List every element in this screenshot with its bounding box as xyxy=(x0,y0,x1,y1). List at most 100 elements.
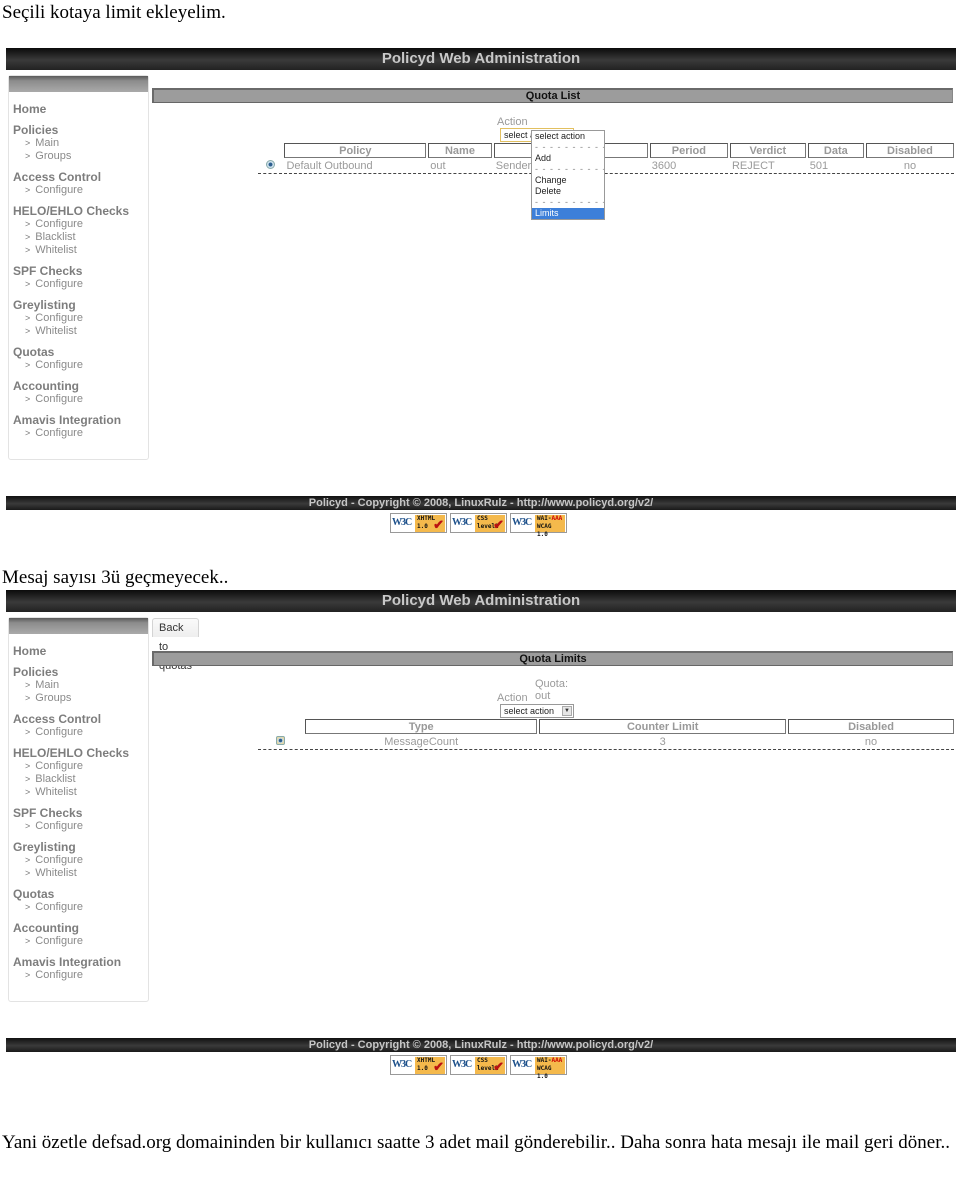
badge-line2: WCAG 1.0 xyxy=(537,1065,552,1080)
chevron-right-icon: > xyxy=(25,428,31,438)
chevron-right-icon: > xyxy=(25,326,31,336)
sidebar-subitem-helo-ehlo-checks-configure[interactable]: > Configure xyxy=(13,760,148,773)
badge-line2: 1.0 xyxy=(417,523,428,530)
sidebar-subitem-policies-groups[interactable]: > Groups xyxy=(13,150,148,163)
column-header-disabled[interactable]: Disabled xyxy=(865,143,954,158)
sidebar-subitem-access-control-configure[interactable]: > Configure xyxy=(13,184,148,197)
sidebar-subitem-label: Main xyxy=(35,137,60,149)
dropdown-option-select-action[interactable]: select action xyxy=(532,131,604,142)
sidebar-item-access-control[interactable]: Access Control xyxy=(13,170,148,184)
dropdown-separator: - - - - - - - - - - xyxy=(535,197,604,207)
w3c-badge[interactable]: W3C XHTML 1.0 ✔ xyxy=(390,513,447,533)
w3c-badge[interactable]: W3C CSS level2 ✔ xyxy=(450,513,507,533)
sidebar-subitem-helo-ehlo-checks-blacklist[interactable]: > Blacklist xyxy=(13,773,148,786)
sidebar-subitem-helo-ehlo-checks-whitelist[interactable]: > Whitelist xyxy=(13,786,148,799)
sidebar-item-quotas[interactable]: Quotas xyxy=(13,887,148,901)
table-row[interactable]: MessageCount 3 no xyxy=(258,734,954,750)
sidebar-subitem-greylisting-configure[interactable]: > Configure xyxy=(13,312,148,325)
radio-button[interactable] xyxy=(265,159,275,169)
action-row: Action select action ▼ xyxy=(497,692,574,718)
chevron-right-icon: > xyxy=(25,680,31,690)
sidebar-item-spf-checks[interactable]: SPF Checks xyxy=(13,806,148,820)
table-row[interactable]: Default OutboundoutSender:user@domain360… xyxy=(258,158,954,174)
sidebar-subitem-accounting-configure[interactable]: > Configure xyxy=(13,393,148,406)
sidebar-item-greylisting[interactable]: Greylisting xyxy=(13,840,148,854)
sidebar-item-accounting[interactable]: Accounting xyxy=(13,921,148,935)
sidebar-item-accounting[interactable]: Accounting xyxy=(13,379,148,393)
column-header-type[interactable]: Type xyxy=(305,719,538,734)
sidebar-item-policies[interactable]: Policies xyxy=(13,123,148,137)
action-select[interactable]: select action ▼ xyxy=(500,704,574,718)
nav-group: SPF Checks > Configure xyxy=(13,806,148,833)
column-header-policy[interactable]: Policy xyxy=(284,143,427,158)
column-header-name[interactable]: Name xyxy=(428,143,492,158)
sidebar-subitem-policies-main[interactable]: > Main xyxy=(13,137,148,150)
sidebar-item-policies[interactable]: Policies xyxy=(13,665,148,679)
chevron-right-icon: > xyxy=(25,151,31,161)
sidebar-subitem-amavis-integration-configure[interactable]: > Configure xyxy=(13,427,148,440)
sidebar-subitem-label: Configure xyxy=(35,312,83,324)
sidebar-subitem-spf-checks-configure[interactable]: > Configure xyxy=(13,820,148,833)
sidebar-subitem-greylisting-whitelist[interactable]: > Whitelist xyxy=(13,867,148,880)
policyd-screen-quota-list: Policyd Web Administration Home Policies >… xyxy=(6,48,956,538)
w3c-badge[interactable]: W3C CSS level2 ✔ xyxy=(450,1055,507,1075)
table-cell: 501 xyxy=(807,158,864,174)
sidebar-item-spf-checks[interactable]: SPF Checks xyxy=(13,264,148,278)
column-header-data[interactable]: Data xyxy=(807,143,864,158)
sidebar-subitem-policies-groups[interactable]: > Groups xyxy=(13,692,148,705)
policyd-screen-quota-limits: Policyd Web Administration Home Policies >… xyxy=(6,590,956,1080)
sidebar-subitem-spf-checks-configure[interactable]: > Configure xyxy=(13,278,148,291)
sidebar-subitem-helo-ehlo-checks-whitelist[interactable]: > Whitelist xyxy=(13,244,148,257)
column-header-disabled[interactable]: Disabled xyxy=(788,719,954,734)
badge-line1b: AAA xyxy=(551,1057,563,1064)
w3c-badge[interactable]: W3C WAI-AAA WCAG 1.0 xyxy=(510,1055,567,1080)
sidebar-item-home[interactable]: Home xyxy=(13,644,148,658)
sidebar-subitem-label: Configure xyxy=(35,901,83,913)
dropdown-option-add[interactable]: Add xyxy=(532,153,604,164)
dropdown-option-change[interactable]: Change xyxy=(532,175,604,186)
back-to-quotas-tab[interactable]: Back to quotas xyxy=(152,618,200,672)
sidebar-item-access-control[interactable]: Access Control xyxy=(13,712,148,726)
sidebar-item-home[interactable]: Home xyxy=(13,102,148,116)
sidebar-item-amavis-integration[interactable]: Amavis Integration xyxy=(13,955,148,969)
select-column-header xyxy=(258,143,282,158)
chevron-right-icon: > xyxy=(25,360,31,370)
check-icon: ✔ xyxy=(493,517,504,532)
caption-intro: Seçili kotaya limit ekleyelim. xyxy=(2,2,226,23)
action-select-value: select action xyxy=(504,706,555,716)
dropdown-option-delete[interactable]: Delete xyxy=(532,186,604,197)
dropdown-option-limits[interactable]: Limits xyxy=(532,208,604,219)
sidebar-subitem-quotas-configure[interactable]: > Configure xyxy=(13,359,148,372)
sidebar-subitem-greylisting-whitelist[interactable]: > Whitelist xyxy=(13,325,148,338)
sidebar-subitem-access-control-configure[interactable]: > Configure xyxy=(13,726,148,739)
sidebar-subitem-helo-ehlo-checks-blacklist[interactable]: > Blacklist xyxy=(13,231,148,244)
column-header-period[interactable]: Period xyxy=(649,143,728,158)
chevron-down-icon[interactable]: ▼ xyxy=(562,706,572,716)
column-header-verdict[interactable]: Verdict xyxy=(729,143,806,158)
sidebar-item-helo-ehlo-checks[interactable]: HELO/EHLO Checks xyxy=(13,746,148,760)
sidebar-subitem-accounting-configure[interactable]: > Configure xyxy=(13,935,148,948)
sidebar-subitem-label: Whitelist xyxy=(35,325,77,337)
chevron-right-icon: > xyxy=(25,821,31,831)
w3c-badge[interactable]: W3C XHTML 1.0 ✔ xyxy=(390,1055,447,1075)
table-cell: 3 xyxy=(539,734,786,750)
chevron-right-icon: > xyxy=(25,219,31,229)
radio-button[interactable] xyxy=(276,735,286,745)
check-icon: ✔ xyxy=(433,1059,444,1074)
sidebar-item-greylisting[interactable]: Greylisting xyxy=(13,298,148,312)
dropdown-separator: - - - - - - - - - - xyxy=(535,164,604,174)
sidebar-item-amavis-integration[interactable]: Amavis Integration xyxy=(13,413,148,427)
sidebar-subitem-helo-ehlo-checks-configure[interactable]: > Configure xyxy=(13,218,148,231)
nav-group: Amavis Integration > Configure xyxy=(13,955,148,982)
w3c-badge[interactable]: W3C WAI-AAA WCAG 1.0 xyxy=(510,513,567,538)
sidebar-subitem-amavis-integration-configure[interactable]: > Configure xyxy=(13,969,148,982)
sidebar-subitem-greylisting-configure[interactable]: > Configure xyxy=(13,854,148,867)
action-dropdown-menu: select action - - - - - - - - - - Add - - -… xyxy=(531,130,605,220)
sidebar-item-helo-ehlo-checks[interactable]: HELO/EHLO Checks xyxy=(13,204,148,218)
sidebar-item-quotas[interactable]: Quotas xyxy=(13,345,148,359)
sidebar-subitem-quotas-configure[interactable]: > Configure xyxy=(13,901,148,914)
badge-line1: WAI- xyxy=(537,515,552,522)
column-header-counter-limit[interactable]: Counter Limit xyxy=(539,719,786,734)
sidebar-subitem-policies-main[interactable]: > Main xyxy=(13,679,148,692)
nav-group: Greylisting > Configure > Whitelist xyxy=(13,840,148,880)
